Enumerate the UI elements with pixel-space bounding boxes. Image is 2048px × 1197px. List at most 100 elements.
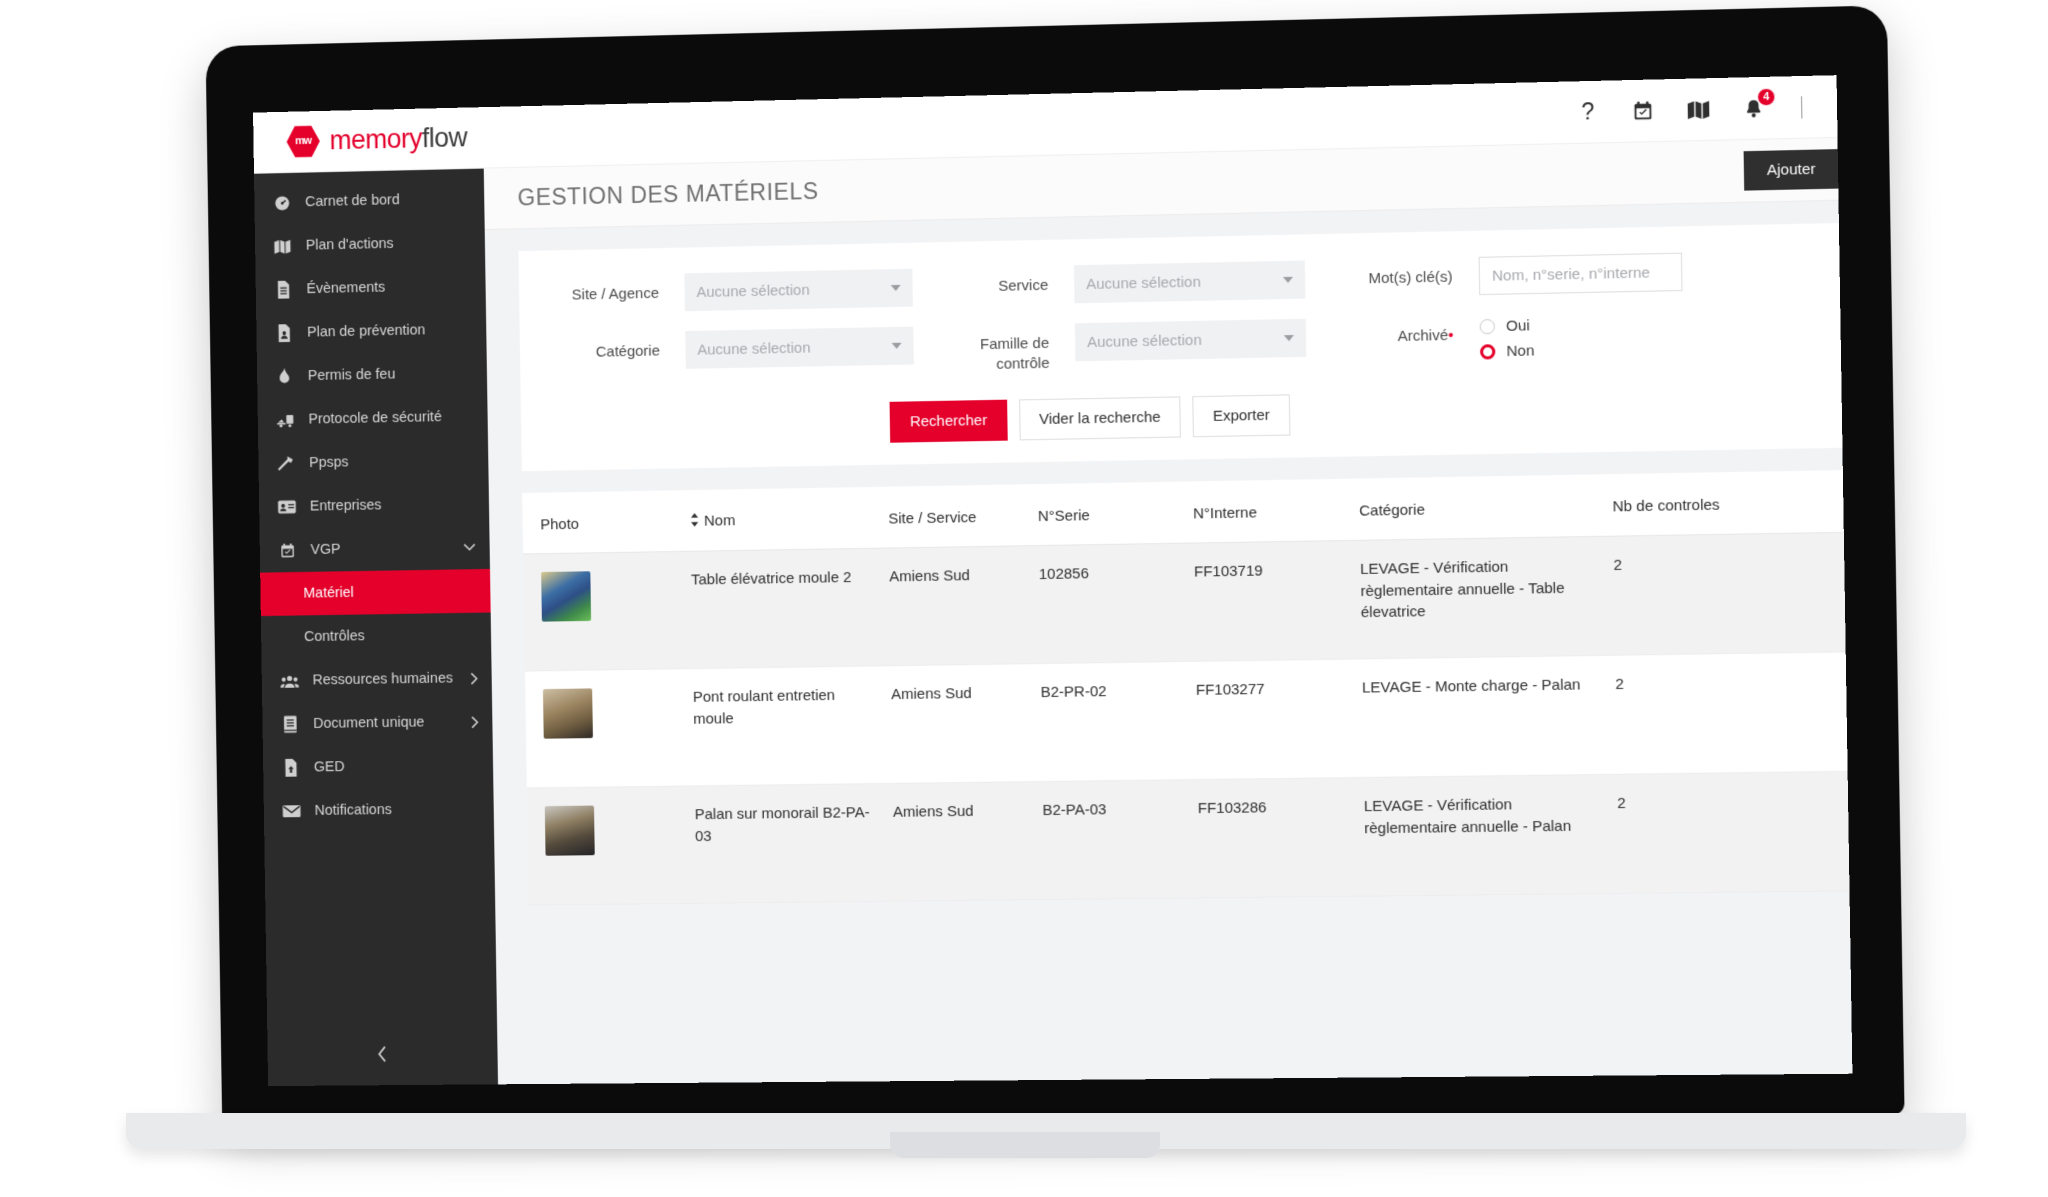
sidebar-item-label: Plan d'actions (305, 235, 394, 254)
archived-radio-group: Oui Non (1479, 311, 1684, 360)
column-header-spacer (1744, 465, 1853, 534)
sidebar-item-label: Protocole de sécurité (308, 409, 442, 428)
memoryflow-hexagon-icon: mw (286, 124, 320, 158)
body-wrapper: Carnet de bord Plan d'actions Évènements (253, 137, 1853, 1087)
flame-icon (275, 367, 295, 386)
table-body: Table élévatrice moule 2 Amiens Sud 1028… (523, 528, 1853, 905)
sidebar-item-notifications[interactable]: Notifications (264, 787, 495, 833)
table-row[interactable]: Table élévatrice moule 2 Amiens Sud 1028… (523, 528, 1853, 671)
sidebar-item-controles[interactable]: Contrôles (261, 613, 491, 660)
radio-circle-selected-icon (1479, 344, 1496, 360)
chevron-right-icon (471, 715, 479, 728)
table-row[interactable]: Palan sur monorail B2-PA-03 Amiens Sud B… (526, 768, 1853, 905)
sidebar-item-materiel[interactable]: Matériel (260, 568, 491, 617)
cell-categorie: LEVAGE - Vérification règlementaire annu… (1349, 536, 1605, 659)
dashboard-icon (272, 194, 292, 211)
column-header-site-service: Site / Service (877, 483, 1029, 548)
notification-badge: 4 (1756, 87, 1776, 106)
chevron-down-icon (463, 543, 476, 551)
keywords-input[interactable]: Nom, n°serie, n°interne (1478, 252, 1683, 296)
cell-nb: 2 (1606, 772, 1752, 894)
chevron-down-icon (1282, 276, 1294, 284)
calendar-check-icon[interactable] (1629, 97, 1656, 124)
sidebar-item-label: Plan de prévention (307, 322, 426, 341)
cell-site: Amiens Sud (878, 545, 1031, 666)
cell-categorie: LEVAGE - Vérification règlementaire annu… (1353, 774, 1609, 896)
sidebar-item-label: GED (313, 759, 345, 776)
materials-table-panel: Photo Nom Site / Service N°Serie N°Inter… (522, 465, 1853, 906)
topbar-divider (1801, 95, 1803, 119)
filter-actions: Rechercher Vider la recherche Exporter (521, 384, 1842, 449)
cell-photo (526, 785, 687, 905)
cell-serie: B2-PA-03 (1032, 779, 1190, 900)
chevron-down-icon (891, 342, 902, 349)
column-header-nom[interactable]: Nom (679, 486, 879, 552)
category-select[interactable]: Aucune sélection (685, 326, 914, 369)
sidebar-item-permis-de-feu[interactable]: Permis de feu (257, 351, 487, 399)
export-button[interactable]: Exporter (1192, 393, 1291, 437)
chevron-left-icon (377, 1046, 388, 1068)
cell-nb: 2 (1602, 533, 1748, 656)
column-header-nb-controles: Nb de controles (1601, 471, 1746, 537)
add-button[interactable]: Ajouter (1744, 149, 1839, 191)
sidebar-item-label: Document unique (313, 714, 425, 732)
truck-icon (275, 412, 295, 427)
family-select[interactable]: Aucune sélection (1074, 318, 1307, 362)
sidebar-item-plan-dactions[interactable]: Plan d'actions (255, 220, 485, 268)
cell-spacer (1749, 768, 1853, 892)
archived-label-text: Archivé (1397, 326, 1449, 346)
top-bar-actions: ? 4 (1575, 87, 1803, 126)
service-label: Service (998, 276, 1049, 295)
sidebar-item-label: Permis de feu (307, 366, 396, 385)
column-header-serie: N°Serie (1027, 481, 1184, 546)
sidebar-item-plan-de-prevention[interactable]: Plan de prévention (256, 307, 486, 355)
map-icon[interactable] (1685, 96, 1712, 123)
cell-nom: Palan sur monorail B2-PA-03 (684, 783, 885, 904)
material-thumbnail (544, 805, 595, 856)
table-row[interactable]: Pont roulant entretien moule Amiens Sud … (524, 648, 1853, 788)
sidebar-item-ressources-humaines[interactable]: Ressources humaines (262, 656, 492, 703)
sidebar-item-carnet-de-bord[interactable]: Carnet de bord (254, 177, 484, 226)
id-card-icon (277, 500, 297, 514)
site-select[interactable]: Aucune sélection (684, 268, 913, 312)
sidebar-item-document-unique[interactable]: Document unique (262, 700, 493, 747)
brand-name-part1: memory (329, 123, 423, 156)
brand-logo[interactable]: mw memoryflow (286, 121, 467, 159)
service-select[interactable]: Aucune sélection (1073, 260, 1306, 304)
cell-nom: Table élévatrice moule 2 (680, 547, 881, 669)
clear-search-button[interactable]: Vider la recherche (1018, 395, 1182, 440)
cell-serie: B2-PR-02 (1030, 661, 1188, 782)
archived-radio-non[interactable]: Non (1479, 339, 1684, 360)
sidebar-item-label: Notifications (314, 802, 392, 819)
search-button[interactable]: Rechercher (889, 399, 1008, 443)
laptop-trackpad-notch (890, 1132, 1160, 1158)
sidebar-item-label: VGP (310, 541, 341, 558)
filter-grid: Site / Agence Aucune sélection Service A… (519, 249, 1841, 384)
book-icon (280, 715, 300, 733)
cell-site: Amiens Sud (882, 781, 1034, 901)
radio-circle-icon (1479, 318, 1496, 335)
chevron-down-icon (890, 284, 901, 292)
sidebar-item-entreprises[interactable]: Entreprises (259, 482, 489, 529)
sidebar-subitem-label: Contrôles (303, 628, 365, 646)
sidebar-item-evenements[interactable]: Évènements (255, 264, 485, 312)
bell-icon[interactable]: 4 (1740, 87, 1776, 122)
material-thumbnail (542, 688, 593, 739)
hammer-icon (276, 454, 296, 472)
brand-name-part2: flow (421, 122, 468, 154)
cell-interne: FF103286 (1187, 777, 1356, 898)
map-icon (273, 239, 293, 254)
sidebar-collapse-button[interactable] (267, 1029, 498, 1086)
sidebar-item-ged[interactable]: GED (263, 743, 494, 790)
sidebar-item-protocole-de-securite[interactable]: Protocole de sécurité (257, 395, 487, 443)
help-icon[interactable]: ? (1575, 98, 1602, 125)
cell-photo (523, 551, 683, 671)
filter-panel: Site / Agence Aucune sélection Service A… (518, 223, 1843, 471)
sidebar-item-ppsps[interactable]: Ppsps (258, 438, 488, 486)
sidebar-item-vgp[interactable]: VGP (260, 525, 490, 572)
sidebar-subitem-label: Matériel (303, 584, 354, 602)
sort-icon (690, 512, 699, 532)
cell-nb: 2 (1604, 653, 1750, 775)
material-thumbnail (541, 571, 592, 622)
archived-radio-oui[interactable]: Oui (1479, 314, 1684, 335)
